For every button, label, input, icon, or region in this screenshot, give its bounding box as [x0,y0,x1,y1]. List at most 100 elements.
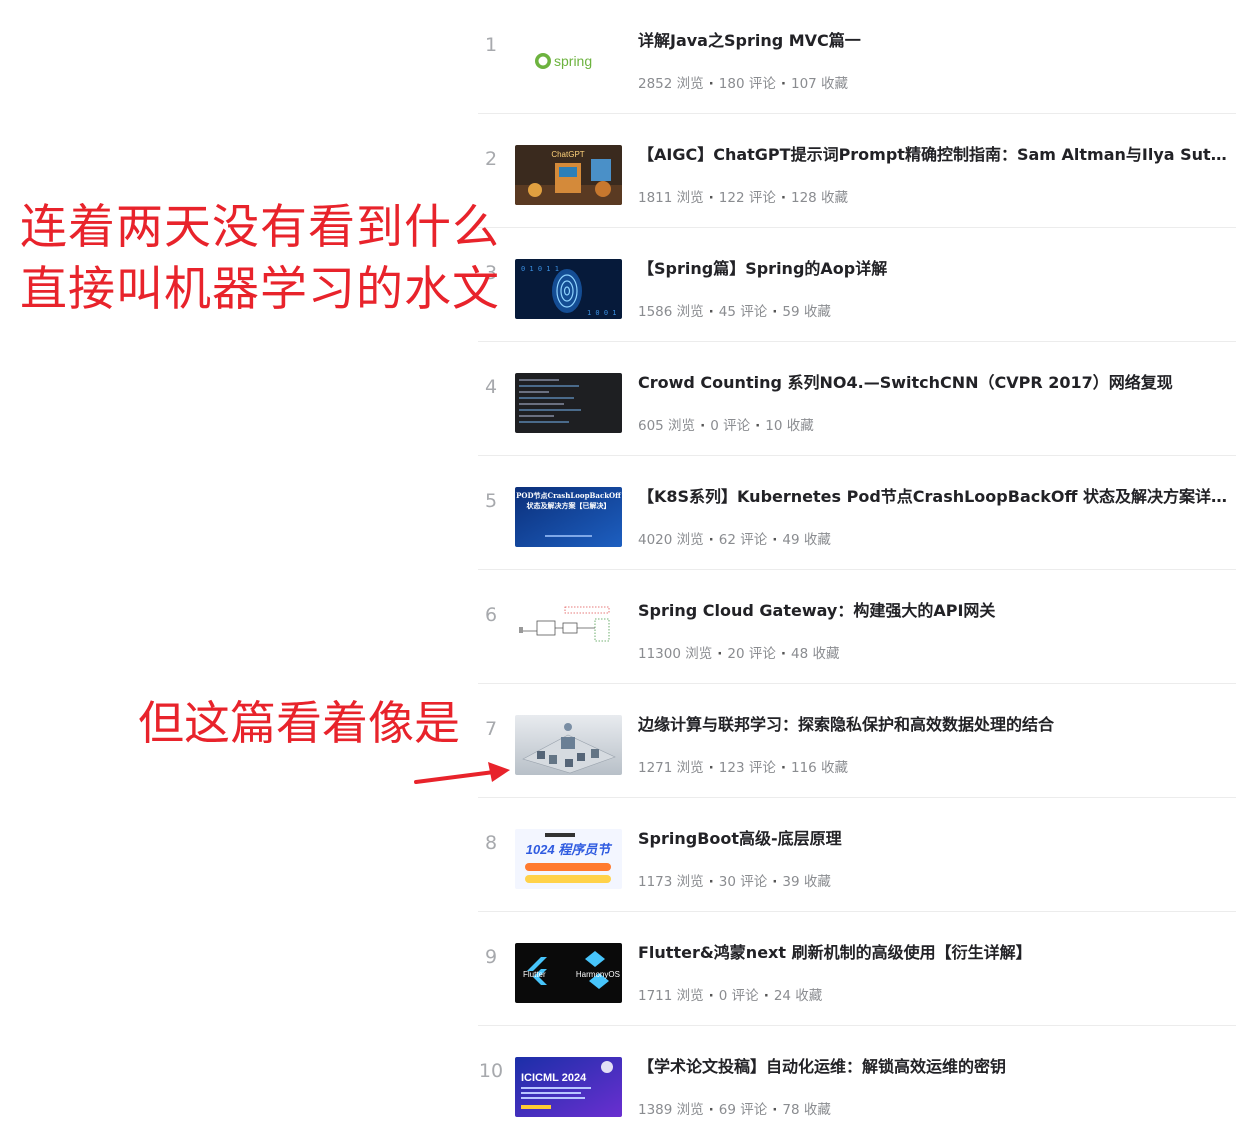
separator-dot: · [708,76,714,92]
thumbnail-text: spring [554,53,592,69]
thumbnail-text: ICICML 2024 [521,1072,587,1084]
comments-count: 45 评论 [718,304,768,320]
annotation-text-bottom: 但这篇看着像是 [138,696,460,750]
views-count: 1389 浏览 [638,1102,704,1118]
list-item: 10 ICICML 2024 【学术论文投稿】自动化运维：解锁高效运维的密钥 1… [478,1026,1236,1140]
rank-number: 6 [484,604,498,626]
thumbnail-text: Flutter HarmonyOS [523,970,620,979]
article-stats: 605 浏览 · 0 评论 · 10 收藏 [638,414,814,434]
favorites-count: 116 收藏 [791,760,849,776]
list-item: 4 Crowd Counting 系列NO4.—SwitchCNN（CVPR 2… [478,342,1236,456]
annotation-text-top: 连着两天没有看到什么 直接叫机器学习的水文 [20,197,500,321]
separator-dot: · [717,646,723,662]
comments-count: 20 评论 [727,646,776,662]
list-item: 2 ChatGPT 【AIGC】ChatGPT提示词Prompt精确控制指南：S… [478,114,1236,228]
separator-dot: · [772,532,778,548]
rank-number: 1 [484,34,498,56]
annotation-line: 直接叫机器学习的水文 [20,262,500,317]
separator-dot: · [708,760,714,776]
comments-count: 122 评论 [718,190,776,206]
comments-count: 0 评论 [718,988,759,1004]
views-count: 2852 浏览 [638,76,704,92]
list-item: 6 Spring Cloud Gateway：构建强大的API网关 11300 … [478,570,1236,684]
article-stats: 1389 浏览 · 69 评论 · 78 收藏 [638,1098,831,1118]
separator-dot: · [708,190,714,206]
article-stats: 1173 浏览 · 30 评论 · 39 收藏 [638,870,831,890]
separator-dot: · [772,1102,778,1118]
article-ranking-list: 1 spring 详解Java之Spring MVC篇一 2852 浏览 · 180… [478,0,1236,1140]
article-stats: 1586 浏览 · 45 评论 · 59 收藏 [638,300,831,320]
views-count: 605 浏览 [638,418,696,434]
separator-dot: · [755,418,761,434]
comments-count: 30 评论 [718,874,768,890]
article-thumbnail[interactable]: POD节点CrashLoopBackOff状态及解决方案【已解决】 [515,487,622,547]
separator-dot: · [780,190,786,206]
comments-count: 62 评论 [718,532,768,548]
list-item: 8 1024 程序员节 SpringBoot高级-底层原理 1173 浏览 · 30… [478,798,1236,912]
rank-number: 4 [484,376,498,398]
article-thumbnail[interactable] [515,373,622,433]
favorites-count: 107 收藏 [791,76,849,92]
article-stats: 4020 浏览 · 62 评论 · 49 收藏 [638,528,831,548]
article-thumbnail[interactable]: spring [515,31,622,91]
article-title[interactable]: 【Spring篇】Spring的Aop详解 [638,258,1228,280]
separator-dot: · [780,646,787,662]
article-title[interactable]: 【AIGC】ChatGPT提示词Prompt精确控制指南：Sam Altman与… [638,144,1228,166]
separator-dot: · [708,304,714,320]
article-thumbnail[interactable]: ChatGPT [515,145,622,205]
views-count: 1271 浏览 [638,760,704,776]
separator-dot: · [708,988,714,1004]
article-thumbnail[interactable] [515,715,622,775]
article-title[interactable]: 【学术论文投稿】自动化运维：解锁高效运维的密钥 [638,1056,1228,1078]
favorites-count: 59 收藏 [782,304,831,320]
article-thumbnail[interactable]: 1024 程序员节 [515,829,622,889]
views-count: 1586 浏览 [638,304,704,320]
article-thumbnail[interactable] [515,601,622,661]
svg-text:1 0 0 1: 1 0 0 1 [587,309,617,317]
separator-dot: · [780,760,786,776]
red-arrow-icon [414,762,510,784]
favorites-count: 39 收藏 [782,874,831,890]
list-item: 1 spring 详解Java之Spring MVC篇一 2852 浏览 · 180… [478,0,1236,114]
article-stats: 1711 浏览 · 0 评论 · 24 收藏 [638,984,822,1004]
comments-count: 180 评论 [718,76,776,92]
rank-number: 10 [478,1060,504,1082]
article-thumbnail[interactable]: 0 1 0 1 1 1 0 0 1 [515,259,622,319]
annotation-line: 连着两天没有看到什么 [20,200,500,255]
separator-dot: · [700,418,706,434]
views-count: 1811 浏览 [638,190,704,206]
article-title[interactable]: Crowd Counting 系列NO4.—SwitchCNN（CVPR 201… [638,372,1228,394]
rank-number: 8 [484,832,498,854]
comments-count: 0 评论 [710,418,751,434]
article-title[interactable]: Flutter&鸿蒙next 刷新机制的高级使用【衍生详解】 [638,942,1228,964]
separator-dot: · [780,76,786,92]
article-stats: 1271 浏览 · 123 评论 · 116 收藏 [638,756,848,776]
favorites-count: 78 收藏 [782,1102,831,1118]
views-count: 11300 浏览 [638,646,713,662]
article-title[interactable]: 边缘计算与联邦学习：探索隐私保护和高效数据处理的结合 [638,714,1228,736]
article-thumbnail[interactable]: Flutter HarmonyOS [515,943,622,1003]
rank-number: 9 [484,946,498,968]
separator-dot: · [772,874,778,890]
favorites-count: 128 收藏 [791,190,849,206]
thumbnail-text: 1024 程序员节 [526,842,613,857]
views-count: 4020 浏览 [638,532,704,548]
separator-dot: · [772,304,778,320]
separator-dot: · [708,874,714,890]
views-count: 1173 浏览 [638,874,704,890]
list-item: 9 Flutter HarmonyOS Flutter&鸿蒙next 刷新机制的… [478,912,1236,1026]
article-title[interactable]: 【K8S系列】Kubernetes Pod节点CrashLoopBackOff … [638,486,1228,508]
favorites-count: 24 收藏 [773,988,823,1004]
favorites-count: 10 收藏 [765,418,814,434]
comments-count: 69 评论 [718,1102,768,1118]
article-thumbnail[interactable]: ICICML 2024 [515,1057,622,1117]
thumbnail-text: ChatGPT [551,150,584,159]
list-item: 7 边缘计算与联邦学习：探索隐私保护和高效数据处理的结合 1271 浏览 · 123… [478,684,1236,798]
article-stats: 11300 浏览 · 20 评论 · 48 收藏 [638,642,840,662]
separator-dot: · [708,1102,714,1118]
article-title[interactable]: SpringBoot高级-底层原理 [638,828,1228,850]
views-count: 1711 浏览 [638,988,704,1004]
article-title[interactable]: Spring Cloud Gateway：构建强大的API网关 [638,600,1228,622]
svg-text:0 1 0 1 1: 0 1 0 1 1 [521,265,559,273]
article-title[interactable]: 详解Java之Spring MVC篇一 [638,30,1228,52]
